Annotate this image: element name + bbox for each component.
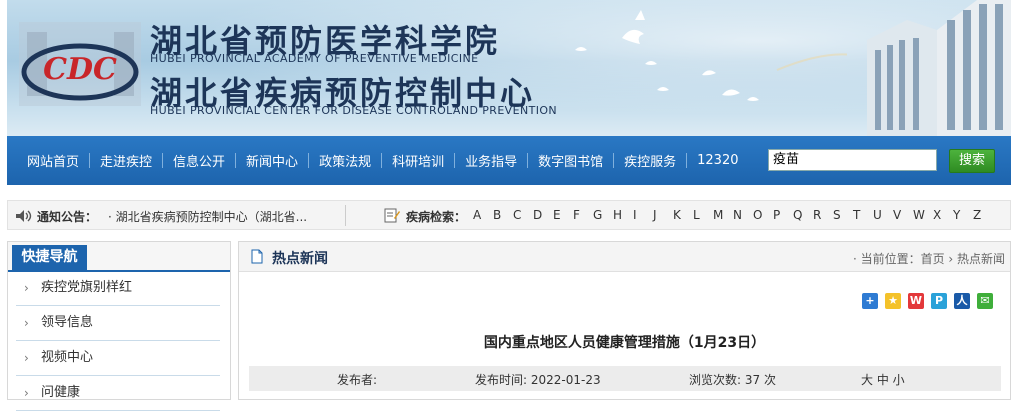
search-button[interactable]: 搜索 <box>949 149 995 173</box>
share-plus-icon[interactable]: + <box>862 293 878 309</box>
letter-link[interactable]: Y <box>953 208 973 222</box>
speaker-icon <box>16 210 32 222</box>
letter-link[interactable]: L <box>693 208 713 222</box>
divider <box>345 205 346 226</box>
news-panel-header: 热点新闻 · 当前位置：首页 › 热点新闻 <box>239 242 1010 272</box>
nav-item: 业务指导 <box>454 151 527 170</box>
letter-link[interactable]: G <box>593 208 613 222</box>
nav-link[interactable]: 新闻中心 <box>236 151 308 170</box>
letter-link[interactable]: M <box>713 208 733 222</box>
letter-link[interactable]: X <box>933 208 953 222</box>
letter-link[interactable]: B <box>493 208 513 222</box>
share-renren-icon[interactable]: 人 <box>954 293 970 309</box>
dove-illustration <box>575 10 847 101</box>
nav-list: 网站首页 走进疾控 信息公开 新闻中心 政策法规 科研培训 业务指导 数字图书馆 疾控服务 123… <box>17 136 749 185</box>
chevron-right-icon: › <box>24 351 29 365</box>
letter-link[interactable]: T <box>853 208 873 222</box>
nav-item: 走进疾控 <box>89 151 162 170</box>
breadcrumb[interactable]: · 当前位置：首页 › 热点新闻 <box>853 250 1005 267</box>
nav-link[interactable]: 政策法规 <box>309 151 381 170</box>
letter-link[interactable]: H <box>613 208 633 222</box>
notice-bar: 通知公告： · 湖北省疾病预防控制中心（湖北省... 疾病检索： ABCDEFG… <box>7 200 1011 230</box>
nav-link[interactable]: 科研培训 <box>382 151 454 170</box>
nav-link[interactable]: 网站首页 <box>17 151 89 170</box>
nav-item: 12320 <box>686 153 748 168</box>
svg-text:CDC: CDC <box>43 52 117 87</box>
chevron-right-icon: › <box>24 281 29 295</box>
letter-link[interactable]: J <box>653 208 673 222</box>
letter-link[interactable]: E <box>553 208 573 222</box>
meta-date: 发布时间: 2022-01-23 <box>475 373 601 387</box>
sidebar-item[interactable]: › 疾控党旗别样红 <box>16 271 220 306</box>
nav-link[interactable]: 12320 <box>687 153 748 168</box>
meta-views: 浏览次数: 37 次 <box>689 373 776 387</box>
title-en-2: HUBEI PROVINCIAL CENTER FOR DISEASE CONT… <box>150 104 558 117</box>
share-tencent-icon[interactable]: P <box>931 293 947 309</box>
letter-link[interactable]: A <box>473 208 493 222</box>
nav-link[interactable]: 信息公开 <box>163 151 235 170</box>
title-en-1: HUBEI PROVINCIAL ACADEMY OF PREVENTIVE M… <box>150 52 479 65</box>
nav-link[interactable]: 数字图书馆 <box>528 151 613 170</box>
nav-item: 新闻中心 <box>235 151 308 170</box>
cdc-logo: CDC <box>19 22 141 106</box>
chevron-right-icon: › <box>24 316 29 330</box>
font-size-toggle[interactable]: 大 中 小 <box>861 371 905 388</box>
nav-link[interactable]: 业务指导 <box>455 151 527 170</box>
share-bar: + ★ W P 人 ✉ <box>862 293 1000 309</box>
letter-link[interactable]: D <box>533 208 553 222</box>
letter-link[interactable]: P <box>773 208 793 222</box>
letter-link[interactable]: K <box>673 208 693 222</box>
edit-icon <box>384 208 400 223</box>
letter-link[interactable]: N <box>733 208 753 222</box>
nav-link[interactable]: 走进疾控 <box>90 151 162 170</box>
search-input[interactable]: 疫苗 <box>768 149 937 171</box>
section-title: 热点新闻 <box>272 251 328 267</box>
notice-label: 通知公告： <box>37 210 98 224</box>
article-title: 国内重点地区人员健康管理措施（1月23日） <box>483 335 766 351</box>
nav-item: 网站首页 <box>17 151 89 170</box>
sidebar-item-label: 问健康 <box>41 385 81 400</box>
quick-nav-title: 快捷导航 <box>12 245 87 270</box>
notice-link[interactable]: · 湖北省疾病预防控制中心（湖北省... <box>108 208 307 225</box>
letter-link[interactable]: Q <box>793 208 813 222</box>
document-icon <box>251 249 263 264</box>
sidebar-item-label: 疾控党旗别样红 <box>41 280 133 295</box>
share-wechat-icon[interactable]: ✉ <box>977 293 993 309</box>
letter-index: ABCDEFGHIJKLMNOPQRSTUVWXYZ <box>473 208 993 222</box>
main-nav: 网站首页 走进疾控 信息公开 新闻中心 政策法规 科研培训 业务指导 数字图书馆 疾控服务 123… <box>7 136 1011 185</box>
chevron-right-icon: › <box>24 386 29 400</box>
nav-item: 疾控服务 <box>613 151 686 170</box>
letter-link[interactable]: U <box>873 208 893 222</box>
nav-item: 科研培训 <box>381 151 454 170</box>
letter-link[interactable]: F <box>573 208 593 222</box>
share-qzone-icon[interactable]: ★ <box>885 293 901 309</box>
share-weibo-icon[interactable]: W <box>908 293 924 309</box>
nav-item: 信息公开 <box>162 151 235 170</box>
nav-item: 政策法规 <box>308 151 381 170</box>
sidebar-item-label: 视频中心 <box>41 350 94 365</box>
nav-item: 数字图书馆 <box>527 151 613 170</box>
disease-search-label: 疾病检索： <box>406 210 467 224</box>
header-banner: CDC 湖北省预防医学科学院 HUBEI PROVINCIAL ACADEMY … <box>7 0 1011 136</box>
letter-link[interactable]: C <box>513 208 533 222</box>
letter-link[interactable]: Z <box>973 208 993 222</box>
letter-link[interactable]: W <box>913 208 933 222</box>
sidebar-item-label: 领导信息 <box>41 315 94 330</box>
meta-publisher: 发布者: <box>337 373 378 387</box>
letter-link[interactable]: O <box>753 208 773 222</box>
quick-nav-header: 快捷导航 <box>8 242 230 272</box>
letter-link[interactable]: I <box>633 208 653 222</box>
sidebar-item[interactable]: › 领导信息 <box>16 306 220 341</box>
sidebar-item[interactable]: › 问健康 <box>16 376 220 411</box>
letter-link[interactable]: R <box>813 208 833 222</box>
nav-link[interactable]: 疾控服务 <box>614 151 686 170</box>
letter-link[interactable]: V <box>893 208 913 222</box>
building-illustration <box>867 0 1011 136</box>
letter-link[interactable]: S <box>833 208 853 222</box>
article-meta: 发布者: 发布时间: 2022-01-23 浏览次数: 37 次 大 中 小 <box>249 366 1001 391</box>
quick-nav-panel: 快捷导航 › 疾控党旗别样红 › 领导信息 › 视频中心 › 问健康 <box>7 241 231 411</box>
sidebar-item[interactable]: › 视频中心 <box>16 341 220 376</box>
news-panel: 热点新闻 · 当前位置：首页 › 热点新闻 + ★ W P 人 ✉ 国内重点地区… <box>238 241 1011 400</box>
